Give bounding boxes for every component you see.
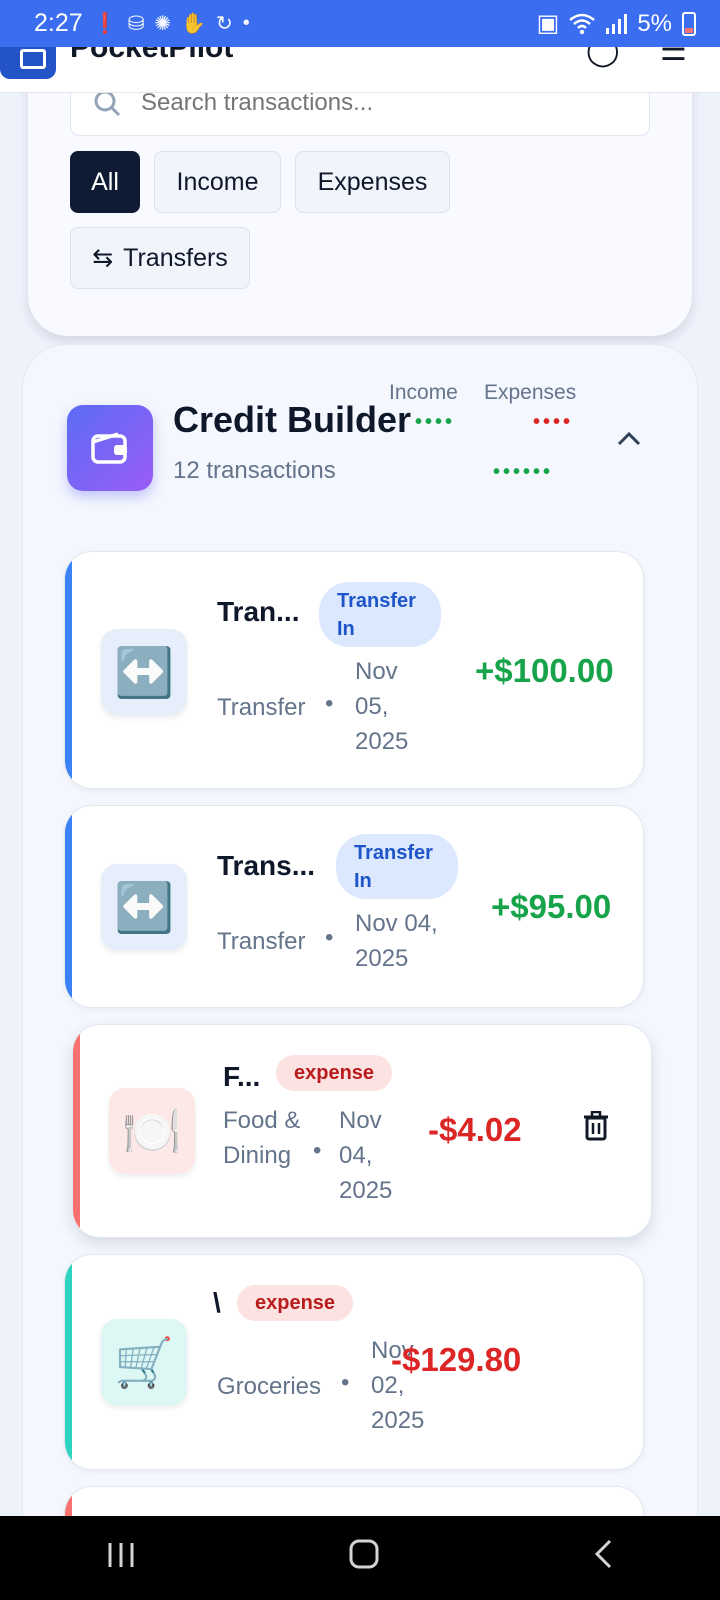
- dot-icon: •: [242, 12, 250, 34]
- transaction-card[interactable]: ↔️ Tran... Transfer In Transfer • Nov 05…: [64, 551, 644, 789]
- filter-transfers-label: Transfers: [123, 243, 228, 272]
- transaction-name: \: [213, 1287, 221, 1318]
- transaction-card[interactable]: 🍽️ F... expense Food & Dining • Nov 04, …: [72, 1024, 652, 1238]
- delete-button[interactable]: [583, 1110, 609, 1148]
- trash-icon: [584, 1110, 608, 1141]
- wallet-icon: [67, 405, 153, 491]
- transaction-badge: Transfer In: [319, 582, 441, 647]
- transaction-category: Transfer: [217, 694, 306, 721]
- transfer-icon: ↔️: [101, 864, 187, 950]
- transaction-card[interactable]: 🛒 \ expense Groceries • Nov 02, 2025 -$1…: [64, 1254, 644, 1470]
- account-name: Credit Builder: [173, 399, 412, 440]
- chevron-up-icon[interactable]: [617, 421, 641, 453]
- transaction-date: Nov 05, 2025: [355, 658, 409, 755]
- search-input[interactable]: [141, 89, 581, 117]
- filter-card: All Income Expenses ⇆ Transfers: [28, 60, 692, 336]
- dining-icon: 🍽️: [109, 1088, 195, 1174]
- back-icon[interactable]: [592, 1538, 614, 1579]
- filter-all-label: All: [91, 167, 119, 196]
- transaction-category: Transfer: [217, 928, 306, 955]
- meta-separator: •: [313, 1137, 322, 1164]
- refresh-icon[interactable]: ◯: [586, 47, 620, 68]
- filter-expenses-chip[interactable]: Expenses: [295, 151, 450, 213]
- transaction-name: Tran...: [217, 596, 300, 627]
- nfc-icon: ▣: [536, 10, 560, 37]
- transaction-badge: expense: [276, 1055, 393, 1091]
- filter-income-label: Income: [176, 167, 259, 196]
- recent-apps-icon[interactable]: [106, 1539, 136, 1578]
- transfer-icon: ↔️: [101, 629, 187, 715]
- cart-icon: 🛒: [101, 1319, 187, 1405]
- transaction-name: F...: [223, 1061, 261, 1092]
- transaction-count: 12 transactions: [173, 457, 336, 484]
- filter-all-chip[interactable]: All: [70, 151, 140, 213]
- status-left: 2:27 ❗ ⛁ ✺ ✋ ↻ •: [34, 9, 250, 38]
- system-nav-bar: [0, 1516, 720, 1600]
- transaction-badge: expense: [237, 1285, 354, 1321]
- transaction-badge: Transfer In: [336, 834, 458, 899]
- filter-expenses-label: Expenses: [317, 167, 428, 196]
- transaction-accent: [65, 1255, 72, 1469]
- wifi-icon: [569, 13, 596, 34]
- transaction-date: Nov 04, 2025: [355, 910, 438, 972]
- menu-icon[interactable]: ☰: [660, 47, 687, 68]
- status-right: ▣ 5%: [537, 9, 696, 38]
- transaction-accent: [65, 806, 72, 1007]
- battery-icon: [682, 11, 696, 36]
- filter-transfers-chip[interactable]: ⇆ Transfers: [70, 227, 250, 289]
- sync-icon: ↻: [216, 13, 233, 35]
- signal-icon: [606, 13, 628, 34]
- transaction-name: Trans...: [217, 850, 316, 881]
- alert-icon: ❗: [92, 13, 118, 35]
- battery-percent: 5%: [637, 9, 672, 37]
- balance-masked-value: ••••••: [493, 461, 554, 483]
- expenses-masked-value: ••••: [533, 411, 574, 433]
- transaction-amount: -$129.80: [391, 1341, 522, 1378]
- hand-icon: ✋: [181, 13, 207, 35]
- income-masked-value: ••••: [415, 411, 456, 433]
- meta-separator: •: [325, 924, 334, 951]
- app-title: PocketPilot: [70, 47, 234, 64]
- transaction-amount: +$100.00: [475, 652, 614, 689]
- status-time: 2:27: [34, 9, 83, 37]
- transaction-amount: +$95.00: [491, 888, 612, 925]
- app-logo-icon[interactable]: [0, 47, 56, 79]
- transfer-arrows-icon: ⇆: [92, 244, 114, 272]
- transaction-category: Food & Dining: [223, 1107, 301, 1169]
- search-icon: [94, 90, 121, 117]
- app-header: PocketPilot ◯ ☰: [0, 47, 720, 93]
- meta-separator: •: [325, 690, 334, 717]
- meta-separator: •: [341, 1369, 350, 1396]
- transaction-category: Groceries: [217, 1373, 322, 1400]
- filter-income-chip[interactable]: Income: [154, 151, 281, 213]
- vpn-icon: ⛁: [127, 13, 145, 35]
- brightness-icon: ✺: [154, 13, 172, 35]
- income-label: Income: [389, 381, 458, 404]
- transaction-date: Nov 04, 2025: [339, 1107, 393, 1204]
- home-icon[interactable]: [348, 1538, 380, 1579]
- transaction-card[interactable]: ↔️ Trans... Transfer In Transfer • Nov 0…: [64, 805, 644, 1008]
- transaction-amount: -$4.02: [428, 1111, 522, 1148]
- transaction-accent: [73, 1025, 80, 1237]
- transaction-accent: [65, 552, 72, 788]
- status-bar: 2:27 ❗ ⛁ ✺ ✋ ↻ • ▣ 5%: [0, 0, 720, 47]
- expenses-label: Expenses: [484, 381, 577, 404]
